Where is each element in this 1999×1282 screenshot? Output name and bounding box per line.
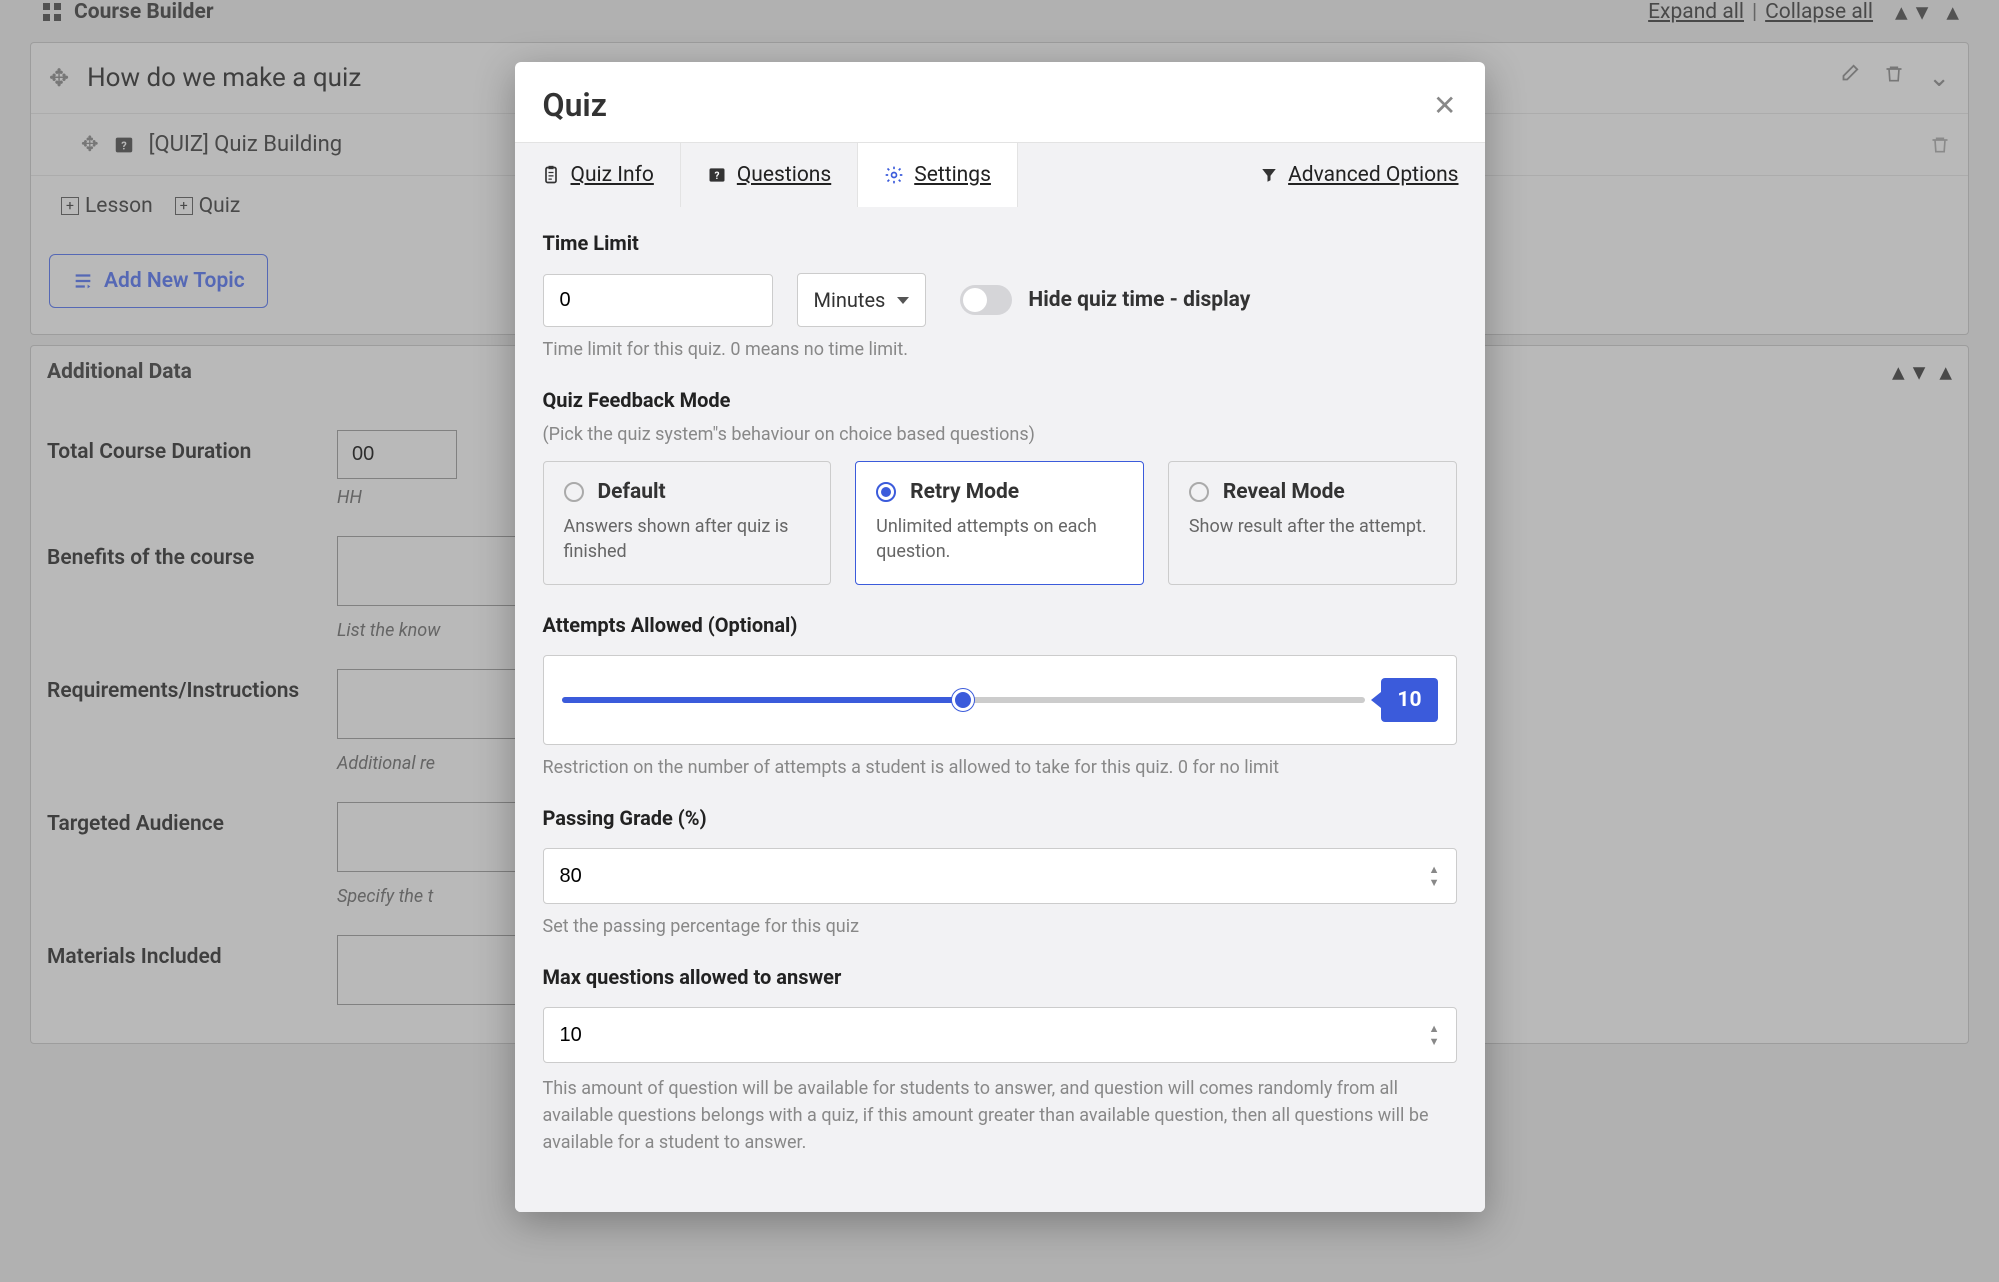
feedback-option-desc: Show result after the attempt. xyxy=(1189,514,1436,539)
modal-overlay[interactable]: Quiz ✕ Quiz Info ? Questions xyxy=(0,0,1999,1282)
feedback-option-default[interactable]: Default Answers shown after quiz is finis… xyxy=(543,461,832,585)
tab-quiz-info-label: Quiz Info xyxy=(571,163,654,187)
passing-grade-input[interactable] xyxy=(560,865,1429,888)
slider-fill xyxy=(562,697,964,703)
radio-icon xyxy=(1189,482,1209,502)
attempts-slider: 10 xyxy=(543,655,1457,745)
feedback-option-reveal-mode[interactable]: Reveal Mode Show result after the attempt… xyxy=(1168,461,1457,585)
modal-title: Quiz xyxy=(543,86,1434,124)
quiz-modal: Quiz ✕ Quiz Info ? Questions xyxy=(515,62,1485,1212)
max-questions-input[interactable] xyxy=(560,1024,1429,1047)
stepper-up-icon[interactable]: ▲ xyxy=(1429,863,1440,876)
modal-scroll[interactable]: Quiz ✕ Quiz Info ? Questions xyxy=(515,62,1485,1212)
tab-settings-label: Settings xyxy=(914,163,991,187)
stepper-down-icon[interactable]: ▼ xyxy=(1429,876,1440,889)
max-questions-label: Max questions allowed to answer xyxy=(543,965,1457,989)
attempts-label: Attempts Allowed (Optional) xyxy=(543,613,1457,637)
time-limit-input[interactable] xyxy=(543,274,773,327)
hide-time-toggle-label: Hide quiz time - display xyxy=(1028,288,1250,312)
hide-time-toggle[interactable] xyxy=(960,285,1012,315)
radio-icon xyxy=(876,482,896,502)
filter-icon xyxy=(1260,166,1278,184)
question-icon: ? xyxy=(707,165,727,185)
slider-knob[interactable] xyxy=(952,689,974,711)
tab-advanced-options[interactable]: Advanced Options xyxy=(1234,143,1484,207)
passing-grade-input-wrap: ▲ ▼ xyxy=(543,848,1457,904)
time-limit-row: Minutes Hide quiz time - display xyxy=(543,273,1457,327)
tab-questions-label: Questions xyxy=(737,163,831,187)
feedback-option-title: Retry Mode xyxy=(910,480,1019,504)
max-questions-hint: This amount of question will be availabl… xyxy=(543,1075,1457,1156)
feedback-option-desc: Answers shown after quiz is finished xyxy=(564,514,811,564)
time-unit-select[interactable]: Minutes xyxy=(797,273,927,327)
time-limit-label: Time Limit xyxy=(543,231,1457,255)
time-unit-label: Minutes xyxy=(814,288,886,312)
attempts-hint: Restriction on the number of attempts a … xyxy=(543,757,1457,778)
feedback-options-row: Default Answers shown after quiz is finis… xyxy=(543,461,1457,585)
clipboard-icon xyxy=(541,165,561,185)
tab-questions[interactable]: ? Questions xyxy=(681,143,858,207)
passing-grade-label: Passing Grade (%) xyxy=(543,806,1457,830)
modal-body: Time Limit Minutes Hide quiz time - disp… xyxy=(515,207,1485,1212)
feedback-option-title: Default xyxy=(598,480,666,504)
feedback-option-title: Reveal Mode xyxy=(1223,480,1345,504)
chevron-down-icon xyxy=(897,297,909,304)
tab-settings[interactable]: Settings xyxy=(858,143,1018,207)
tab-advanced-label: Advanced Options xyxy=(1288,163,1458,187)
radio-icon xyxy=(564,482,584,502)
max-questions-input-wrap: ▲ ▼ xyxy=(543,1007,1457,1063)
slider-track[interactable] xyxy=(562,697,1366,703)
time-limit-hint: Time limit for this quiz. 0 means no tim… xyxy=(543,339,1457,360)
hide-time-toggle-wrap: Hide quiz time - display xyxy=(960,285,1250,315)
number-stepper[interactable]: ▲ ▼ xyxy=(1429,863,1440,889)
feedback-mode-label: Quiz Feedback Mode xyxy=(543,388,1457,412)
modal-tabs: Quiz Info ? Questions Settings xyxy=(515,142,1485,207)
page-root: Course Builder Expand all | Collapse all… xyxy=(0,0,1999,1282)
stepper-down-icon[interactable]: ▼ xyxy=(1429,1035,1440,1048)
feedback-option-desc: Unlimited attempts on each question. xyxy=(876,514,1123,564)
number-stepper[interactable]: ▲ ▼ xyxy=(1429,1022,1440,1048)
modal-header: Quiz ✕ xyxy=(515,62,1485,142)
svg-text:?: ? xyxy=(714,171,719,182)
attempts-value-badge: 10 xyxy=(1381,678,1437,722)
passing-grade-hint: Set the passing percentage for this quiz xyxy=(543,916,1457,937)
stepper-up-icon[interactable]: ▲ xyxy=(1429,1022,1440,1035)
close-icon[interactable]: ✕ xyxy=(1433,89,1456,122)
tab-quiz-info[interactable]: Quiz Info xyxy=(515,143,681,207)
gear-icon xyxy=(884,165,904,185)
feedback-option-retry-mode[interactable]: Retry Mode Unlimited attempts on each que… xyxy=(855,461,1144,585)
feedback-mode-sublabel: (Pick the quiz system"s behaviour on cho… xyxy=(543,424,1457,445)
